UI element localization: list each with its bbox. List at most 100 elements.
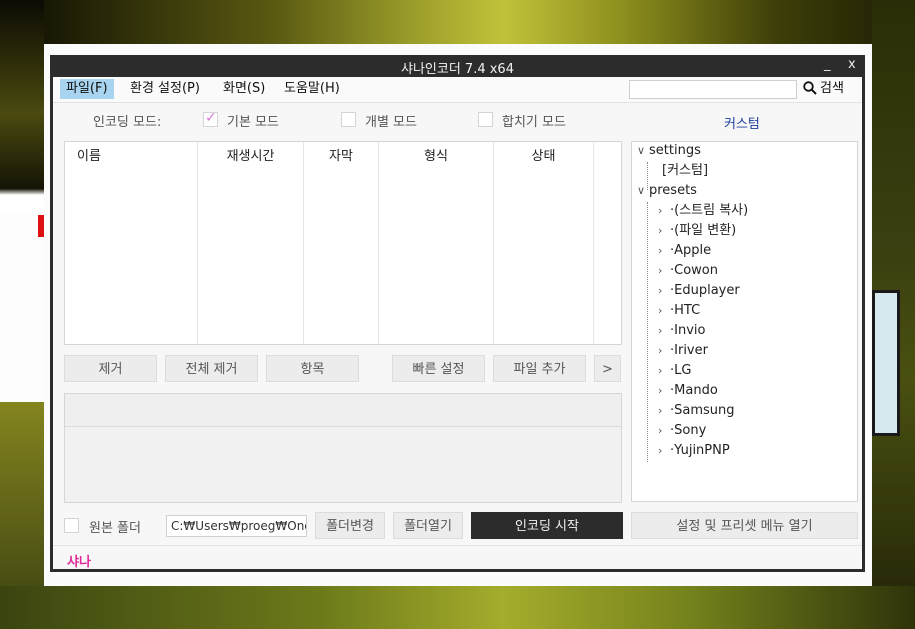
chevron-right-icon: › bbox=[658, 224, 663, 237]
column-header-duration: 재생시간 bbox=[226, 149, 275, 164]
tree-node-label: Cowon bbox=[674, 263, 718, 278]
merge-mode-label: 합치기 모드 bbox=[502, 115, 566, 130]
tree-node-preset[interactable]: › ·Eduplayer bbox=[658, 282, 740, 300]
tree-node-label: LG bbox=[674, 363, 692, 378]
tree-node-label: [커스텀] bbox=[662, 163, 709, 178]
status-text: 샤나 bbox=[67, 555, 91, 570]
column-header-format: 형식 bbox=[424, 149, 448, 164]
add-file-button[interactable]: 파일 추가 bbox=[493, 355, 586, 382]
merge-mode-checkbox[interactable] bbox=[478, 112, 493, 127]
tree-node-label: Samsung bbox=[674, 403, 735, 418]
chevron-right-icon: › bbox=[658, 324, 663, 337]
tree-node-custom[interactable]: [커스텀] bbox=[662, 162, 708, 180]
tree-node-label: presets bbox=[649, 183, 697, 198]
tree-node-preset[interactable]: › ·Apple bbox=[658, 242, 711, 260]
preset-tree[interactable]: ∨ settings [커스텀] ∨ presets › ·(스트림 복사) › ·(파… bbox=[631, 141, 858, 502]
file-list[interactable]: 이름 재생시간 자막 형식 상태 bbox=[64, 141, 622, 345]
tree-node-label: YujinPNP bbox=[674, 443, 730, 458]
chevron-right-icon: › bbox=[658, 264, 663, 277]
more-button[interactable]: > bbox=[594, 355, 621, 382]
tree-node-label: (파일 변환) bbox=[674, 223, 737, 238]
column-header-status: 상태 bbox=[531, 149, 556, 164]
basic-mode-checkbox[interactable] bbox=[203, 110, 218, 127]
tree-node-preset[interactable]: › ·Sony bbox=[658, 422, 706, 440]
tree-node-preset[interactable]: › ·YujinPNP bbox=[658, 442, 730, 460]
tree-node-preset[interactable]: › ·Invio bbox=[658, 322, 705, 340]
column-header-subtitle: 자막 bbox=[329, 149, 353, 164]
tree-node-preset[interactable]: › ·LG bbox=[658, 362, 691, 380]
tree-node-preset[interactable]: › ·Mando bbox=[658, 382, 718, 400]
background-page-strip bbox=[0, 212, 44, 402]
tree-node-label: Eduplayer bbox=[674, 283, 740, 298]
menu-bar: 파일(F) 환경 설정(P) 화면(S) 도움말(H) 검색 bbox=[53, 77, 862, 103]
basic-mode-label: 기본 모드 bbox=[227, 115, 279, 130]
tree-node-label: Iriver bbox=[674, 343, 708, 358]
encoding-mode-label: 인코딩 모드: bbox=[93, 115, 162, 130]
tree-line bbox=[647, 202, 648, 462]
close-button[interactable]: x bbox=[848, 57, 856, 72]
search-button[interactable]: 검색 bbox=[803, 79, 844, 99]
tree-node-settings[interactable]: ∨ settings bbox=[637, 142, 701, 160]
tree-node-preset[interactable]: › ·HTC bbox=[658, 302, 700, 320]
column-name[interactable]: 이름 bbox=[65, 142, 198, 344]
remove-button[interactable]: 제거 bbox=[64, 355, 157, 382]
change-folder-button[interactable]: 폴더변경 bbox=[315, 512, 385, 539]
column-format[interactable]: 형식 bbox=[379, 142, 494, 344]
chevron-right-icon: › bbox=[658, 404, 663, 417]
chevron-right-icon: › bbox=[658, 424, 663, 437]
search-input[interactable] bbox=[629, 80, 797, 99]
background-top bbox=[0, 0, 915, 44]
tree-node-preset[interactable]: › ·(파일 변환) bbox=[658, 222, 736, 240]
chevron-right-icon: › bbox=[658, 304, 663, 317]
tree-node-preset[interactable]: › ·Iriver bbox=[658, 342, 708, 360]
individual-mode-label: 개별 모드 bbox=[365, 115, 417, 130]
remove-all-button[interactable]: 전체 제거 bbox=[165, 355, 258, 382]
tree-node-label: HTC bbox=[674, 303, 701, 318]
individual-mode-checkbox[interactable] bbox=[341, 112, 356, 127]
title-bar[interactable]: 샤나인코더 7.4 x64 _ x bbox=[53, 55, 862, 77]
items-button[interactable]: 항목 bbox=[266, 355, 359, 382]
chevron-right-icon: › bbox=[658, 344, 663, 357]
status-bar-divider bbox=[53, 545, 862, 546]
info-panel-header bbox=[65, 394, 621, 427]
background-bottom bbox=[0, 586, 915, 629]
custom-link[interactable]: 커스텀 bbox=[724, 113, 760, 132]
menu-help[interactable]: 도움말(H) bbox=[278, 79, 346, 99]
menu-file[interactable]: 파일(F) bbox=[60, 79, 114, 99]
column-status[interactable]: 상태 bbox=[494, 142, 594, 344]
tree-node-label: Apple bbox=[674, 243, 712, 258]
tree-node-presets[interactable]: ∨ presets bbox=[637, 182, 697, 200]
menu-settings[interactable]: 환경 설정(P) bbox=[124, 79, 206, 99]
tree-node-label: Invio bbox=[674, 323, 706, 338]
tree-node-preset[interactable]: › ·Cowon bbox=[658, 262, 718, 280]
tree-node-preset[interactable]: › ·(스트림 복사) bbox=[658, 202, 748, 220]
search-icon bbox=[803, 81, 817, 95]
source-folder-checkbox[interactable] bbox=[64, 518, 79, 533]
tree-node-preset[interactable]: › ·Samsung bbox=[658, 402, 735, 420]
quick-settings-button[interactable]: 빠른 설정 bbox=[392, 355, 485, 382]
tree-node-label: Sony bbox=[674, 423, 707, 438]
minimize-button[interactable]: _ bbox=[824, 57, 831, 72]
chevron-down-icon: ∨ bbox=[637, 184, 646, 197]
menu-view[interactable]: 화면(S) bbox=[217, 79, 271, 99]
start-encoding-button[interactable]: 인코딩 시작 bbox=[471, 512, 623, 539]
window-title: 샤나인코더 7.4 x64 bbox=[401, 62, 514, 77]
chevron-right-icon: › bbox=[658, 244, 663, 257]
tree-node-label: Mando bbox=[674, 383, 718, 398]
open-folder-button[interactable]: 폴더열기 bbox=[393, 512, 463, 539]
background-screen bbox=[872, 290, 900, 436]
app-window: 샤나인코더 7.4 x64 _ x 파일(F) 환경 설정(P) 화면(S) 도… bbox=[50, 55, 865, 572]
source-folder-label: 원본 폴더 bbox=[89, 521, 141, 536]
tree-node-label: (스트림 복사) bbox=[674, 203, 749, 218]
tree-node-label: settings bbox=[649, 143, 701, 158]
column-header-name: 이름 bbox=[77, 149, 101, 164]
open-settings-menu-button[interactable]: 설정 및 프리셋 메뉴 열기 bbox=[631, 512, 858, 539]
chevron-right-icon: › bbox=[658, 364, 663, 377]
column-duration[interactable]: 재생시간 bbox=[198, 142, 304, 344]
info-panel bbox=[64, 393, 622, 503]
output-path-field[interactable]: C:₩Users₩proeg₩OneDrive bbox=[166, 515, 307, 537]
chevron-right-icon: › bbox=[658, 204, 663, 217]
chevron-down-icon: ∨ bbox=[637, 144, 646, 157]
chevron-right-icon: › bbox=[658, 384, 663, 397]
column-subtitle[interactable]: 자막 bbox=[304, 142, 379, 344]
